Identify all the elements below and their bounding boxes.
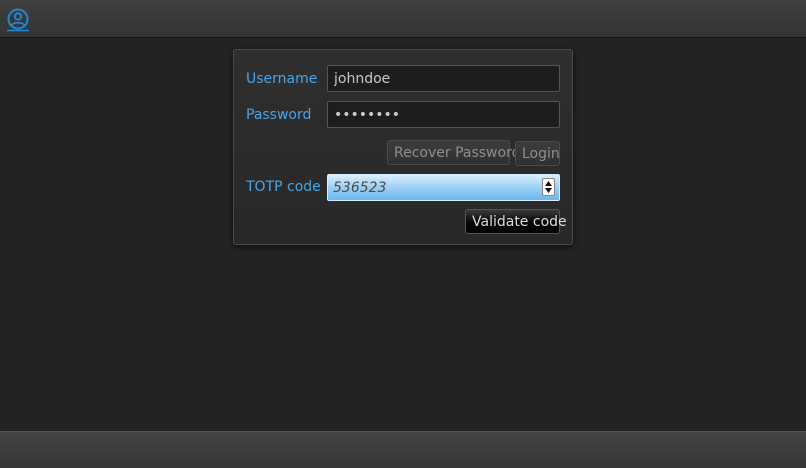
number-spinner[interactable]	[542, 178, 555, 196]
username-label: Username	[246, 71, 318, 87]
login-button[interactable]: Login	[515, 141, 560, 166]
login-panel: Username Password Recover Password Login…	[233, 49, 573, 245]
user-circle-icon[interactable]	[6, 8, 30, 32]
totp-input[interactable]	[328, 175, 533, 200]
validate-code-button[interactable]: Validate code	[465, 209, 567, 234]
recover-password-button[interactable]: Recover Password	[387, 140, 520, 165]
totp-field[interactable]	[327, 174, 560, 201]
totp-label: TOTP code	[246, 179, 321, 195]
spin-up-icon[interactable]	[544, 180, 553, 187]
password-label: Password	[246, 107, 312, 123]
password-field[interactable]	[327, 101, 560, 128]
footer-bar	[0, 431, 806, 468]
username-field[interactable]	[327, 65, 560, 92]
top-bar	[0, 0, 806, 38]
spin-down-icon[interactable]	[544, 187, 553, 194]
